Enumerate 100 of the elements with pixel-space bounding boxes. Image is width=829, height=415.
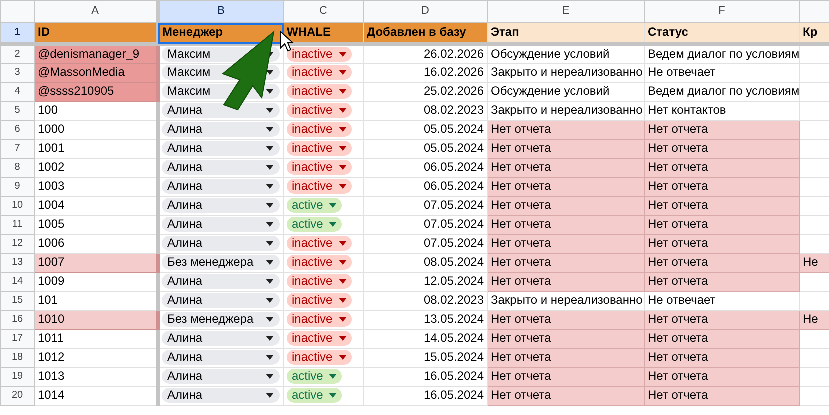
dropdown[interactable]: Алина — [162, 369, 280, 384]
table-cell: 1000 — [34, 120, 158, 139]
dropdown[interactable]: Алина — [162, 122, 280, 137]
caret-icon — [266, 374, 274, 379]
table-cell: Нет контактов — [644, 101, 800, 120]
table-cell: Нет отчета — [644, 139, 800, 158]
dropdown[interactable]: inactive — [287, 255, 352, 270]
table-cell: 1010 — [34, 310, 158, 329]
table-cell: Нет отчета — [488, 253, 644, 272]
column-header[interactable]: C — [284, 0, 364, 22]
table-cell: Нет отчета — [488, 158, 644, 177]
table-cell: 06.05.2024 — [364, 158, 488, 177]
caret-icon — [266, 184, 274, 189]
dropdown[interactable]: inactive — [287, 293, 352, 308]
header-cell: WHALE — [284, 22, 364, 44]
row-number[interactable]: 1 — [0, 22, 34, 44]
table-cell: 1012 — [34, 348, 158, 367]
row-number[interactable]: 18 — [0, 348, 34, 367]
column-header[interactable]: F — [644, 0, 800, 22]
dropdown[interactable]: Алина — [162, 350, 280, 365]
row-number[interactable]: 13 — [0, 253, 34, 272]
column-header[interactable]: A — [34, 0, 158, 22]
dropdown[interactable]: Алина — [162, 293, 280, 308]
dropdown[interactable]: active — [287, 369, 342, 384]
column-header[interactable]: D — [364, 0, 488, 22]
caret-icon — [266, 146, 274, 151]
dropdown[interactable]: Алина — [162, 331, 280, 346]
table-cell: Нет отчета — [644, 272, 800, 291]
table-cell: 1009 — [34, 272, 158, 291]
row-number[interactable]: 17 — [0, 329, 34, 348]
row-number[interactable]: 15 — [0, 291, 34, 310]
column-header[interactable]: E — [488, 0, 644, 22]
row-number[interactable]: 8 — [0, 158, 34, 177]
caret-icon — [338, 260, 347, 265]
dropdown[interactable]: Алина — [162, 274, 280, 289]
dropdown[interactable]: active — [287, 198, 342, 213]
dropdown[interactable]: Без менеджера — [162, 255, 280, 270]
row-number[interactable]: 11 — [0, 215, 34, 234]
dropdown[interactable]: inactive — [287, 236, 352, 251]
caret-icon — [338, 317, 347, 322]
table-cell: Нет отчета — [488, 386, 644, 405]
caret-icon — [266, 127, 274, 132]
table-cell: Нет отчета — [644, 158, 800, 177]
table-cell: Нет отчета — [644, 348, 800, 367]
table-cell: Не — [800, 310, 829, 329]
dropdown[interactable]: inactive — [287, 84, 352, 99]
row-number[interactable]: 20 — [0, 386, 34, 405]
table-cell: Обсуждение условий — [488, 82, 644, 101]
table-cell: Ведем диалог по условиям — [644, 82, 800, 101]
dropdown[interactable]: inactive — [287, 122, 352, 137]
row-number[interactable]: 14 — [0, 272, 34, 291]
header-cell: Добавлен в базу — [364, 22, 488, 44]
dropdown[interactable]: inactive — [287, 65, 352, 80]
caret-icon — [338, 127, 347, 132]
row-number[interactable]: 10 — [0, 196, 34, 215]
dropdown[interactable]: inactive — [287, 160, 352, 175]
row-number[interactable]: 6 — [0, 120, 34, 139]
dropdown[interactable]: inactive — [287, 274, 352, 289]
row-number[interactable]: 5 — [0, 101, 34, 120]
dropdown[interactable]: inactive — [287, 103, 352, 118]
caret-icon — [266, 279, 274, 284]
dropdown[interactable]: active — [287, 217, 342, 232]
dropdown[interactable]: Алина — [162, 198, 280, 213]
dropdown[interactable]: Алина — [162, 217, 280, 232]
dropdown[interactable]: Алина — [162, 160, 280, 175]
table-cell: 100 — [34, 101, 158, 120]
table-cell: Обсуждение условий — [488, 44, 644, 63]
dropdown[interactable]: inactive — [287, 141, 352, 156]
table-cell: Нет отчета — [488, 329, 644, 348]
table-cell: 14.05.2024 — [364, 329, 488, 348]
dropdown[interactable]: Алина — [162, 179, 280, 194]
dropdown[interactable]: Алина — [162, 236, 280, 251]
dropdown[interactable]: inactive — [287, 350, 352, 365]
row-number[interactable]: 12 — [0, 234, 34, 253]
column-header[interactable]: B — [158, 0, 284, 22]
caret-icon — [266, 89, 274, 94]
row-number[interactable]: 9 — [0, 177, 34, 196]
table-cell: Нет отчета — [644, 196, 800, 215]
row-number[interactable]: 16 — [0, 310, 34, 329]
dropdown[interactable]: inactive — [287, 312, 352, 327]
table-cell: 1011 — [34, 329, 158, 348]
table-cell: Нет отчета — [644, 177, 800, 196]
dropdown[interactable]: Без менеджера — [162, 312, 280, 327]
dropdown[interactable]: Алина — [162, 141, 280, 156]
caret-icon — [338, 241, 347, 246]
dropdown[interactable]: Алина — [162, 103, 280, 118]
row-number[interactable]: 19 — [0, 367, 34, 386]
caret-icon — [338, 89, 347, 94]
row-number[interactable]: 7 — [0, 139, 34, 158]
dropdown[interactable]: Алина — [162, 388, 280, 403]
dropdown[interactable]: inactive — [287, 179, 352, 194]
row-number[interactable]: 4 — [0, 82, 34, 101]
caret-icon — [266, 355, 274, 360]
dropdown[interactable]: active — [287, 388, 342, 403]
dropdown[interactable]: inactive — [287, 46, 352, 62]
caret-icon — [266, 203, 274, 208]
caret-icon — [329, 203, 338, 208]
row-number[interactable]: 3 — [0, 63, 34, 82]
dropdown[interactable]: inactive — [287, 331, 352, 346]
table-cell: Нет отчета — [488, 120, 644, 139]
